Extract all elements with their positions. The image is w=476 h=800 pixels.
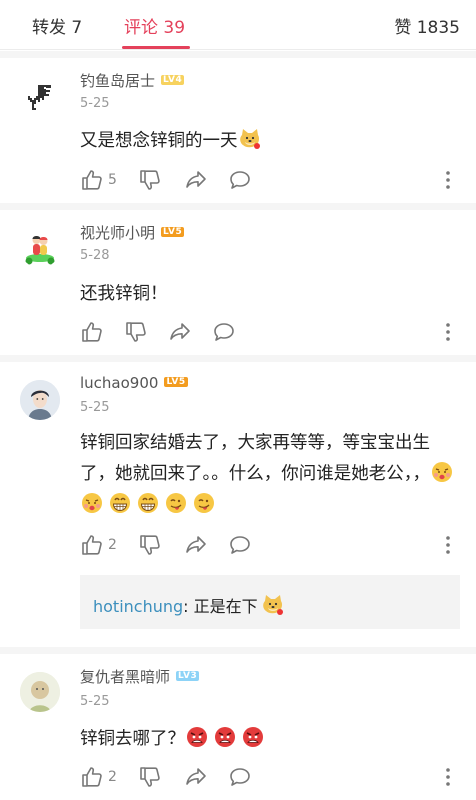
like-button[interactable] [80, 320, 108, 344]
like-count: 5 [108, 172, 117, 188]
scooter-riders-icon [25, 236, 55, 265]
more-options-icon[interactable] [436, 535, 460, 555]
thumbs-down-icon [138, 765, 162, 789]
username[interactable]: 视光师小明 LV5 [80, 222, 185, 243]
avatar[interactable] [20, 228, 60, 268]
thumbs-up-icon [80, 320, 104, 344]
comment-item: 钓鱼岛居士 LV4 5-25 又是想念锌铜的一天 5 [0, 58, 476, 203]
thumbs-down-icon [124, 320, 148, 344]
user-portrait-icon [20, 672, 60, 712]
comment-date: 5-25 [80, 400, 110, 415]
tongue-emoji [192, 491, 216, 515]
dislike-button[interactable] [138, 168, 162, 192]
comment-icon [228, 765, 252, 789]
share-button[interactable] [184, 168, 208, 192]
share-icon [184, 765, 208, 789]
kiss-emoji [80, 491, 104, 515]
comment-item: 视光师小明 LV5 5-28 还我锌铜！ [0, 210, 476, 355]
share-icon [184, 168, 208, 192]
like-button[interactable]: 2 [80, 765, 117, 789]
level-badge: LV4 [161, 74, 185, 85]
tab-repost[interactable]: 转发 7 [32, 13, 82, 38]
tongue-emoji [164, 491, 188, 515]
avatar[interactable] [20, 672, 60, 712]
kiss-emoji [430, 460, 454, 484]
comment-text: 锌铜回家结婚去了，大家再等等，等宝宝出生了，她就回来了。。什么，你问谁是她老公，… [80, 428, 460, 521]
comment-item: 复仇者黑暗师 LV3 5-25 锌铜去哪了？ 2 [0, 654, 476, 800]
level-badge: LV5 [164, 376, 188, 387]
avatar[interactable] [20, 76, 60, 116]
comment-text: 又是想念锌铜的一天 [80, 126, 456, 157]
reply-preview[interactable]: hotinchung: 正是在下 [80, 575, 460, 629]
more-options-icon[interactable] [436, 767, 460, 787]
share-icon [184, 533, 208, 557]
angry-emoji [241, 725, 265, 749]
grin-emoji [108, 491, 132, 515]
comment-actions: 2 [80, 765, 460, 789]
thumbs-down-icon [138, 533, 162, 557]
comment-tabs: 转发 7 评论 39 赞 1835 [0, 0, 476, 50]
share-icon [168, 320, 192, 344]
reply-button[interactable] [212, 320, 236, 344]
comment-text: 锌铜去哪了？ [80, 724, 456, 755]
dislike-button[interactable] [138, 765, 162, 789]
dislike-button[interactable] [124, 320, 148, 344]
like-count: 2 [108, 537, 117, 553]
reply-username[interactable]: hotinchung [93, 597, 183, 616]
comment-actions: 5 [80, 168, 460, 192]
tab-likes[interactable]: 赞 1835 [394, 13, 460, 38]
username[interactable]: 复仇者黑暗师 LV3 [80, 666, 200, 687]
comment-date: 5-28 [80, 248, 110, 263]
reply-button[interactable] [228, 533, 252, 557]
doge-emoji [261, 593, 285, 617]
angry-emoji [213, 725, 237, 749]
reply-button[interactable] [228, 168, 252, 192]
active-tab-indicator [122, 46, 190, 49]
dislike-button[interactable] [138, 533, 162, 557]
divider [0, 203, 476, 210]
comment-item: luchao900 LV5 5-25 锌铜回家结婚去了，大家再等等，等宝宝出生了，… [0, 362, 476, 647]
comment-date: 5-25 [80, 694, 110, 709]
thumbs-up-icon [80, 765, 104, 789]
divider [0, 51, 476, 58]
comment-icon [228, 168, 252, 192]
level-badge: LV3 [176, 670, 200, 681]
avatar[interactable] [20, 380, 60, 420]
user-portrait-icon [20, 380, 60, 420]
more-options-icon[interactable] [436, 170, 460, 190]
comment-icon [228, 533, 252, 557]
level-badge: LV5 [161, 226, 185, 237]
share-button[interactable] [184, 765, 208, 789]
more-options-icon[interactable] [436, 322, 460, 342]
divider [0, 355, 476, 362]
tab-comments[interactable]: 评论 39 [124, 13, 185, 38]
like-button[interactable]: 2 [80, 533, 117, 557]
like-count: 2 [108, 769, 117, 785]
comment-date: 5-25 [80, 96, 110, 111]
thumbs-up-icon [80, 168, 104, 192]
reply-button[interactable] [228, 765, 252, 789]
reply-text: : 正是在下 [183, 597, 258, 616]
angry-emoji [185, 725, 209, 749]
share-button[interactable] [184, 533, 208, 557]
username[interactable]: 钓鱼岛居士 LV4 [80, 70, 185, 91]
doge-emoji [238, 127, 262, 151]
comment-actions [80, 320, 460, 344]
comment-actions: 2 [80, 533, 460, 557]
like-button[interactable]: 5 [80, 168, 117, 192]
comment-icon [212, 320, 236, 344]
comment-text: 还我锌铜！ [80, 284, 168, 304]
dinosaur-icon [28, 85, 51, 110]
username[interactable]: luchao900 LV5 [80, 374, 188, 392]
thumbs-down-icon [138, 168, 162, 192]
divider [0, 647, 476, 654]
share-button[interactable] [168, 320, 192, 344]
grin-emoji [136, 491, 160, 515]
thumbs-up-icon [80, 533, 104, 557]
